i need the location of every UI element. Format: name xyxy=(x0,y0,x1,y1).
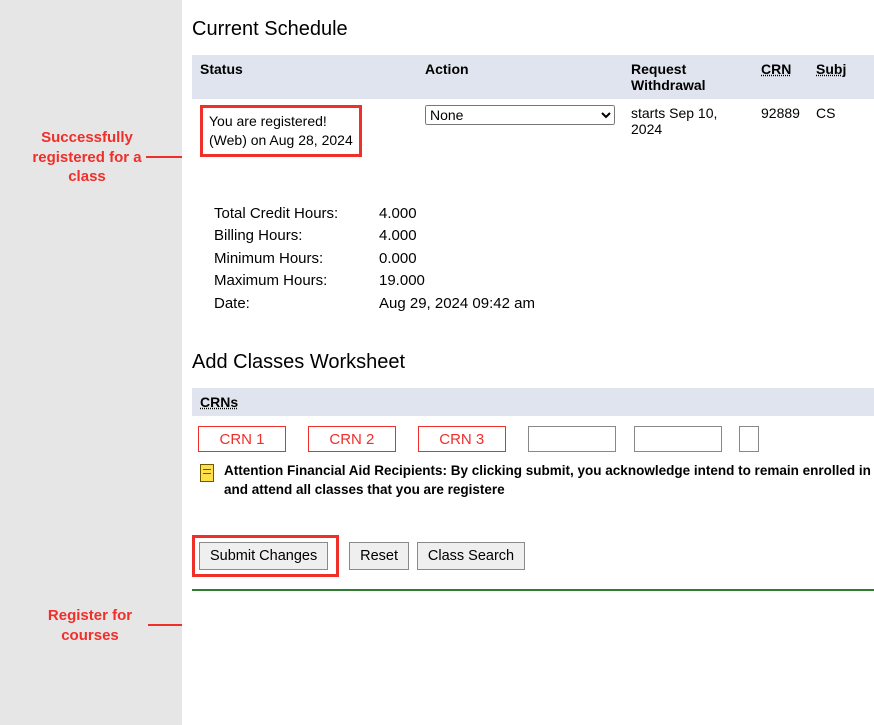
col-subj: Subj xyxy=(808,55,874,99)
col-status: Status xyxy=(192,55,417,99)
status-line-2: (Web) on Aug 28, 2024 xyxy=(209,132,353,148)
note-icon xyxy=(198,462,216,484)
col-request-withdrawal: Request Withdrawal xyxy=(623,55,753,99)
schedule-row: You are registered! (Web) on Aug 28, 202… xyxy=(192,99,874,163)
financial-aid-text: Attention Financial Aid Recipients: By c… xyxy=(224,462,874,498)
hours-summary: Total Credit Hours: 4.000 Billing Hours:… xyxy=(214,203,874,316)
current-schedule-heading: Current Schedule xyxy=(192,18,874,41)
divider-rule xyxy=(192,589,874,591)
annotation-registered-line xyxy=(146,156,182,158)
submit-changes-button[interactable]: Submit Changes xyxy=(199,542,328,570)
financial-aid-notice: Attention Financial Aid Recipients: By c… xyxy=(192,460,874,498)
content-panel: Current Schedule Status Action Request W… xyxy=(182,0,874,725)
total-credit-value: 4.000 xyxy=(379,203,417,226)
col-action: Action xyxy=(417,55,623,99)
schedule-header-row: Status Action Request Withdrawal CRN Sub… xyxy=(192,55,874,99)
total-credit-label: Total Credit Hours: xyxy=(214,203,379,226)
billing-label: Billing Hours: xyxy=(214,225,379,248)
date-value: Aug 29, 2024 09:42 am xyxy=(379,293,535,316)
crn-input-4[interactable] xyxy=(528,426,616,452)
submit-highlight-box: Submit Changes xyxy=(192,535,339,577)
crns-header-label: CRNs xyxy=(200,394,238,410)
crn-input-1[interactable] xyxy=(198,426,286,452)
max-hours-value: 19.000 xyxy=(379,270,425,293)
crn-input-5[interactable] xyxy=(634,426,722,452)
add-classes-heading: Add Classes Worksheet xyxy=(192,351,874,374)
min-hours-value: 0.000 xyxy=(379,248,417,271)
col-crn: CRN xyxy=(753,55,808,99)
crn-input-3[interactable] xyxy=(418,426,506,452)
crn-input-row xyxy=(192,416,874,460)
annotation-register-courses: Register for courses xyxy=(30,606,150,645)
min-hours-label: Minimum Hours: xyxy=(214,248,379,271)
action-select[interactable]: None xyxy=(425,105,615,125)
cell-action: None xyxy=(417,99,623,163)
crn-input-2[interactable] xyxy=(308,426,396,452)
crn-input-6[interactable] xyxy=(739,426,759,452)
status-highlight-box: You are registered! (Web) on Aug 28, 202… xyxy=(200,105,362,157)
annotation-register-courses-line xyxy=(148,624,182,626)
cell-crn: 92889 xyxy=(753,99,808,163)
date-label: Date: xyxy=(214,293,379,316)
status-line-1: You are registered! xyxy=(209,113,327,129)
cell-subj: CS xyxy=(808,99,874,163)
cell-withdrawal: starts Sep 10, 2024 xyxy=(623,99,753,163)
button-row: Submit Changes Reset Class Search xyxy=(192,535,874,577)
schedule-table: Status Action Request Withdrawal CRN Sub… xyxy=(192,55,874,163)
cell-status: You are registered! (Web) on Aug 28, 202… xyxy=(192,99,417,163)
max-hours-label: Maximum Hours: xyxy=(214,270,379,293)
class-search-button[interactable]: Class Search xyxy=(417,542,525,570)
billing-value: 4.000 xyxy=(379,225,417,248)
reset-button[interactable]: Reset xyxy=(349,542,409,570)
annotation-registered: Successfully registered for a class xyxy=(12,128,162,187)
crns-header: CRNs xyxy=(192,388,874,416)
